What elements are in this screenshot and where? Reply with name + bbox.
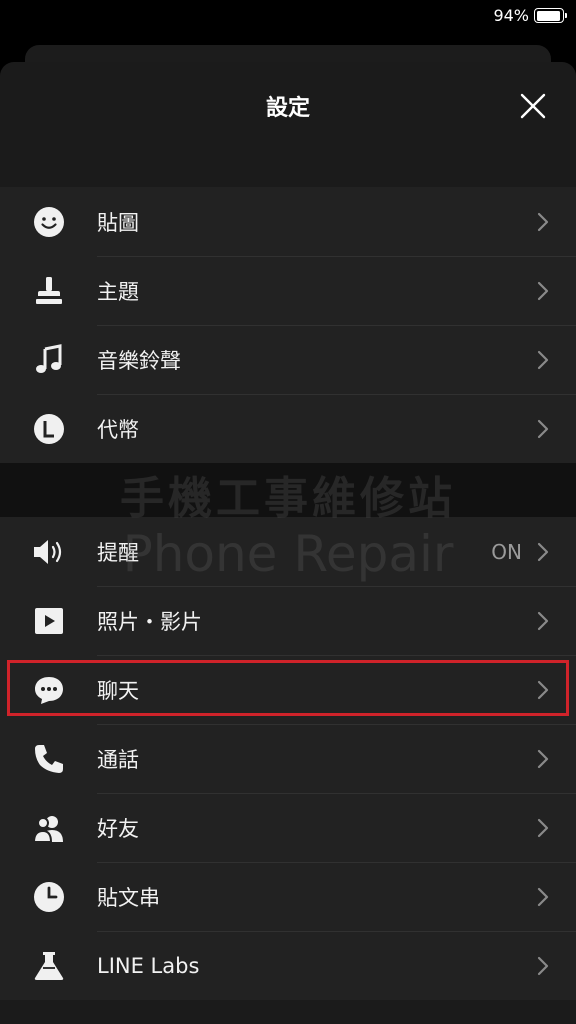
chevron-right-icon	[537, 956, 549, 976]
settings-item-label: LINE Labs	[97, 953, 200, 978]
sheet-header: 設定	[0, 62, 576, 187]
settings-item-label: 照片・影片	[97, 609, 202, 634]
section-divider	[0, 463, 576, 517]
settings-item-calls[interactable]: 通話	[0, 724, 576, 793]
close-button[interactable]	[516, 89, 550, 123]
chevron-right-icon	[537, 212, 549, 232]
settings-item-label: 貼文串	[97, 885, 160, 910]
settings-item-ringtones[interactable]: 音樂鈴聲	[0, 325, 576, 394]
chevron-right-icon	[537, 350, 549, 370]
phone-icon	[32, 742, 66, 776]
settings-item-label: 主題	[97, 279, 139, 304]
smiley-icon	[32, 205, 66, 239]
settings-item-label: 好友	[97, 816, 139, 841]
settings-item-chats[interactable]: 聊天	[0, 655, 576, 724]
settings-item-label: 通話	[97, 747, 139, 772]
chevron-right-icon	[537, 818, 549, 838]
settings-item-label: 聊天	[97, 678, 139, 703]
settings-item-label: 貼圖	[97, 210, 139, 235]
chat-bubble-icon	[32, 673, 66, 707]
settings-item-themes[interactable]: 主題	[0, 256, 576, 325]
chevron-right-icon	[537, 542, 549, 562]
settings-item-coins[interactable]: 代幣	[0, 394, 576, 463]
music-note-icon	[32, 343, 66, 377]
status-bar: 94%	[0, 0, 576, 34]
chevron-right-icon	[537, 887, 549, 907]
clock-icon	[32, 880, 66, 914]
battery-icon	[534, 8, 567, 23]
settings-item-timeline[interactable]: 貼文串	[0, 862, 576, 931]
page-title: 設定	[265, 96, 310, 121]
chevron-right-icon	[537, 611, 549, 631]
settings-section-2: 提醒 ON 照片・影片 聊天 通話 好友 貼文串 LINE Labs	[0, 517, 576, 1000]
battery-indicator: 94%	[493, 6, 567, 25]
chevron-right-icon	[537, 419, 549, 439]
settings-item-label: 音樂鈴聲	[97, 348, 181, 373]
settings-item-stickers[interactable]: 貼圖	[0, 187, 576, 256]
settings-item-friends[interactable]: 好友	[0, 793, 576, 862]
settings-sheet: 設定 貼圖 主題 音樂鈴聲 代幣 提醒 ON 照片・影片 聊天 通話 好友 貼文…	[0, 62, 576, 1024]
settings-item-label: 提醒	[97, 540, 139, 565]
chevron-right-icon	[537, 281, 549, 301]
speaker-icon	[32, 535, 66, 569]
chevron-right-icon	[537, 680, 549, 700]
paint-brush-icon	[32, 274, 66, 308]
coin-icon	[32, 412, 66, 446]
flask-icon	[32, 949, 66, 983]
play-icon	[32, 604, 66, 638]
settings-section-1: 貼圖 主題 音樂鈴聲 代幣	[0, 187, 576, 463]
battery-percent: 94%	[493, 6, 529, 25]
settings-item-label: 代幣	[97, 417, 139, 442]
settings-item-line-labs[interactable]: LINE Labs	[0, 931, 576, 1000]
friends-icon	[32, 811, 66, 845]
settings-item-notifications[interactable]: 提醒 ON	[0, 517, 576, 586]
notification-status: ON	[491, 539, 522, 564]
chevron-right-icon	[537, 749, 549, 769]
settings-item-photos-videos[interactable]: 照片・影片	[0, 586, 576, 655]
